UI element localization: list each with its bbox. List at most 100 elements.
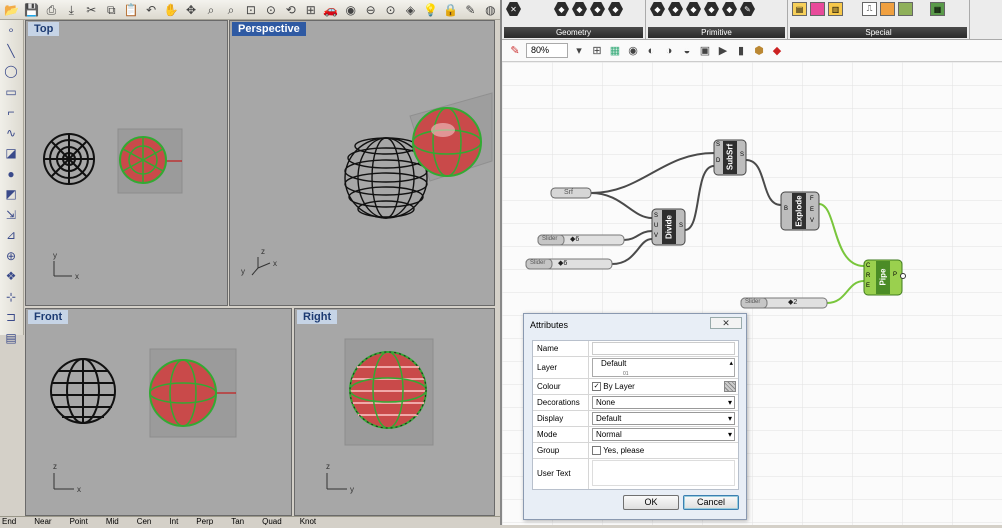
- param-icon[interactable]: ✎: [740, 2, 755, 16]
- preview-off-icon[interactable]: ◐: [644, 45, 658, 57]
- mesh-tool-icon[interactable]: ◩: [0, 184, 22, 205]
- zoom-extents-icon[interactable]: ⊡: [241, 1, 260, 19]
- open-icon[interactable]: 📂: [2, 1, 21, 19]
- bylayer-checkbox[interactable]: ✓: [592, 382, 601, 392]
- import-icon[interactable]: ⤓: [62, 1, 81, 19]
- dimension-tool-icon[interactable]: ⊐: [0, 307, 22, 328]
- move-icon[interactable]: ✥: [182, 1, 201, 19]
- rotate-view-icon[interactable]: ⟲: [281, 1, 300, 19]
- zoom-field[interactable]: 80%: [526, 43, 568, 58]
- preview-selected-icon[interactable]: ▣: [698, 44, 712, 57]
- gradient-icon[interactable]: [880, 2, 895, 16]
- surface-tool-icon[interactable]: ◪: [0, 143, 22, 164]
- pen-icon[interactable]: ✎: [508, 44, 522, 57]
- analyze-tool-icon[interactable]: ⊿: [0, 225, 22, 246]
- print-icon[interactable]: ⎙: [42, 1, 61, 19]
- preview-eye-icon[interactable]: ◉: [626, 44, 640, 57]
- osnap-item[interactable]: Quad: [262, 517, 282, 525]
- solve-icon[interactable]: ▶: [716, 44, 730, 57]
- osnap-item[interactable]: Near: [34, 517, 51, 525]
- param-icon[interactable]: ◆: [704, 2, 719, 16]
- param-icon[interactable]: ◆: [572, 2, 587, 16]
- layer-icon[interactable]: ◈: [401, 1, 420, 19]
- divide-component[interactable]: Divide: [665, 215, 674, 239]
- layer-list[interactable]: Default 01 ▴: [592, 358, 735, 377]
- point-icon[interactable]: ⊙: [381, 1, 400, 19]
- zoom-dropdown-icon[interactable]: ▾: [572, 44, 586, 57]
- osnap-item[interactable]: Point: [70, 517, 88, 525]
- bake-dropdown-icon[interactable]: ◆: [770, 44, 784, 57]
- copy-icon[interactable]: ⧉: [102, 1, 121, 19]
- curve-edit-icon[interactable]: ▤: [0, 328, 22, 349]
- osnap-item[interactable]: Perp: [196, 517, 213, 525]
- explode-component[interactable]: Explode: [795, 195, 804, 226]
- zoom-selected-icon[interactable]: ⊙: [261, 1, 280, 19]
- param-icon[interactable]: ◆: [722, 2, 737, 16]
- cancel-button[interactable]: Cancel: [683, 495, 739, 510]
- eye-icon[interactable]: ◉: [341, 1, 360, 19]
- circle-tool-icon[interactable]: ◯: [0, 61, 22, 82]
- scroll-arrow-icon[interactable]: ▴: [729, 359, 733, 368]
- viewport-right[interactable]: Right z y: [294, 308, 495, 516]
- group-checkbox[interactable]: [592, 446, 601, 456]
- name-field[interactable]: [592, 342, 735, 355]
- rectangle-tool-icon[interactable]: ▭: [0, 82, 22, 103]
- ok-button[interactable]: OK: [623, 495, 679, 510]
- param-icon[interactable]: ◆: [668, 2, 683, 16]
- save-icon[interactable]: 💾: [22, 1, 41, 19]
- osnap-item[interactable]: Mid: [106, 517, 119, 525]
- srf-param[interactable]: Srf: [564, 189, 573, 196]
- properties-icon[interactable]: ✎: [461, 1, 480, 19]
- param-icon[interactable]: ◆: [590, 2, 605, 16]
- color-wheel-icon[interactable]: ◍: [481, 1, 500, 19]
- point-tool-icon[interactable]: ∘: [0, 20, 22, 41]
- recompute-icon[interactable]: ▮: [734, 44, 748, 57]
- layer-subitem[interactable]: 01: [601, 371, 629, 377]
- swatch-icon[interactable]: [810, 2, 825, 16]
- chip-icon[interactable]: ▦: [930, 2, 945, 16]
- slider-value[interactable]: ◆6: [570, 235, 579, 243]
- decorations-dropdown[interactable]: None: [592, 396, 735, 409]
- param-icon[interactable]: ◆: [608, 2, 623, 16]
- undo-icon[interactable]: ↶: [142, 1, 161, 19]
- viewport-front[interactable]: Front z x: [25, 308, 292, 516]
- map-icon[interactable]: ▦: [608, 44, 622, 57]
- zoom-window-icon[interactable]: ⌕: [221, 1, 240, 19]
- car-icon[interactable]: 🚗: [321, 1, 340, 19]
- polyline-tool-icon[interactable]: ⌐: [0, 102, 22, 123]
- paste-icon[interactable]: 📋: [122, 1, 141, 19]
- mode-dropdown[interactable]: Normal: [592, 428, 735, 441]
- edit-points-icon[interactable]: ⊹: [0, 287, 22, 308]
- palette-icon[interactable]: ▥: [828, 2, 843, 16]
- light-icon[interactable]: 💡: [421, 1, 440, 19]
- viewport-top[interactable]: Top y x: [25, 20, 228, 306]
- param-icon[interactable]: ◆: [650, 2, 665, 16]
- graph-icon[interactable]: ⎍: [862, 2, 877, 16]
- line-tool-icon[interactable]: ╲: [0, 41, 22, 62]
- display-dropdown[interactable]: Default: [592, 412, 735, 425]
- subsrf-component[interactable]: SubSrf: [726, 144, 735, 170]
- zoom-icon[interactable]: ⌕: [202, 1, 221, 19]
- solid-tool-icon[interactable]: ●: [0, 164, 22, 185]
- dimension-icon[interactable]: ⊖: [361, 1, 380, 19]
- pan-icon[interactable]: ✋: [162, 1, 181, 19]
- boolean-tool-icon[interactable]: ❖: [0, 266, 22, 287]
- colour-swatch[interactable]: [724, 381, 736, 392]
- curve-tool-icon[interactable]: ∿: [0, 123, 22, 144]
- image-icon[interactable]: [898, 2, 913, 16]
- lock-icon[interactable]: 🔒: [441, 1, 460, 19]
- slider-value[interactable]: ◆2: [788, 298, 797, 306]
- bake-icon[interactable]: ⬢: [752, 44, 766, 57]
- zoom-extents-icon[interactable]: ⊞: [590, 44, 604, 57]
- usertext-field[interactable]: [592, 460, 735, 486]
- slider-value[interactable]: ◆6: [558, 259, 567, 267]
- viewport-perspective[interactable]: Perspective z y x: [229, 20, 495, 306]
- pipe-component[interactable]: Pipe: [879, 269, 888, 286]
- render-tool-icon[interactable]: ⊕: [0, 246, 22, 267]
- panel-icon[interactable]: ▤: [792, 2, 807, 16]
- close-button[interactable]: ✕: [710, 317, 742, 329]
- layer-item[interactable]: Default: [601, 359, 626, 368]
- transform-tool-icon[interactable]: ⇲: [0, 205, 22, 226]
- param-icon[interactable]: ◆: [554, 2, 569, 16]
- preview-shaded-icon[interactable]: ◒: [680, 45, 694, 57]
